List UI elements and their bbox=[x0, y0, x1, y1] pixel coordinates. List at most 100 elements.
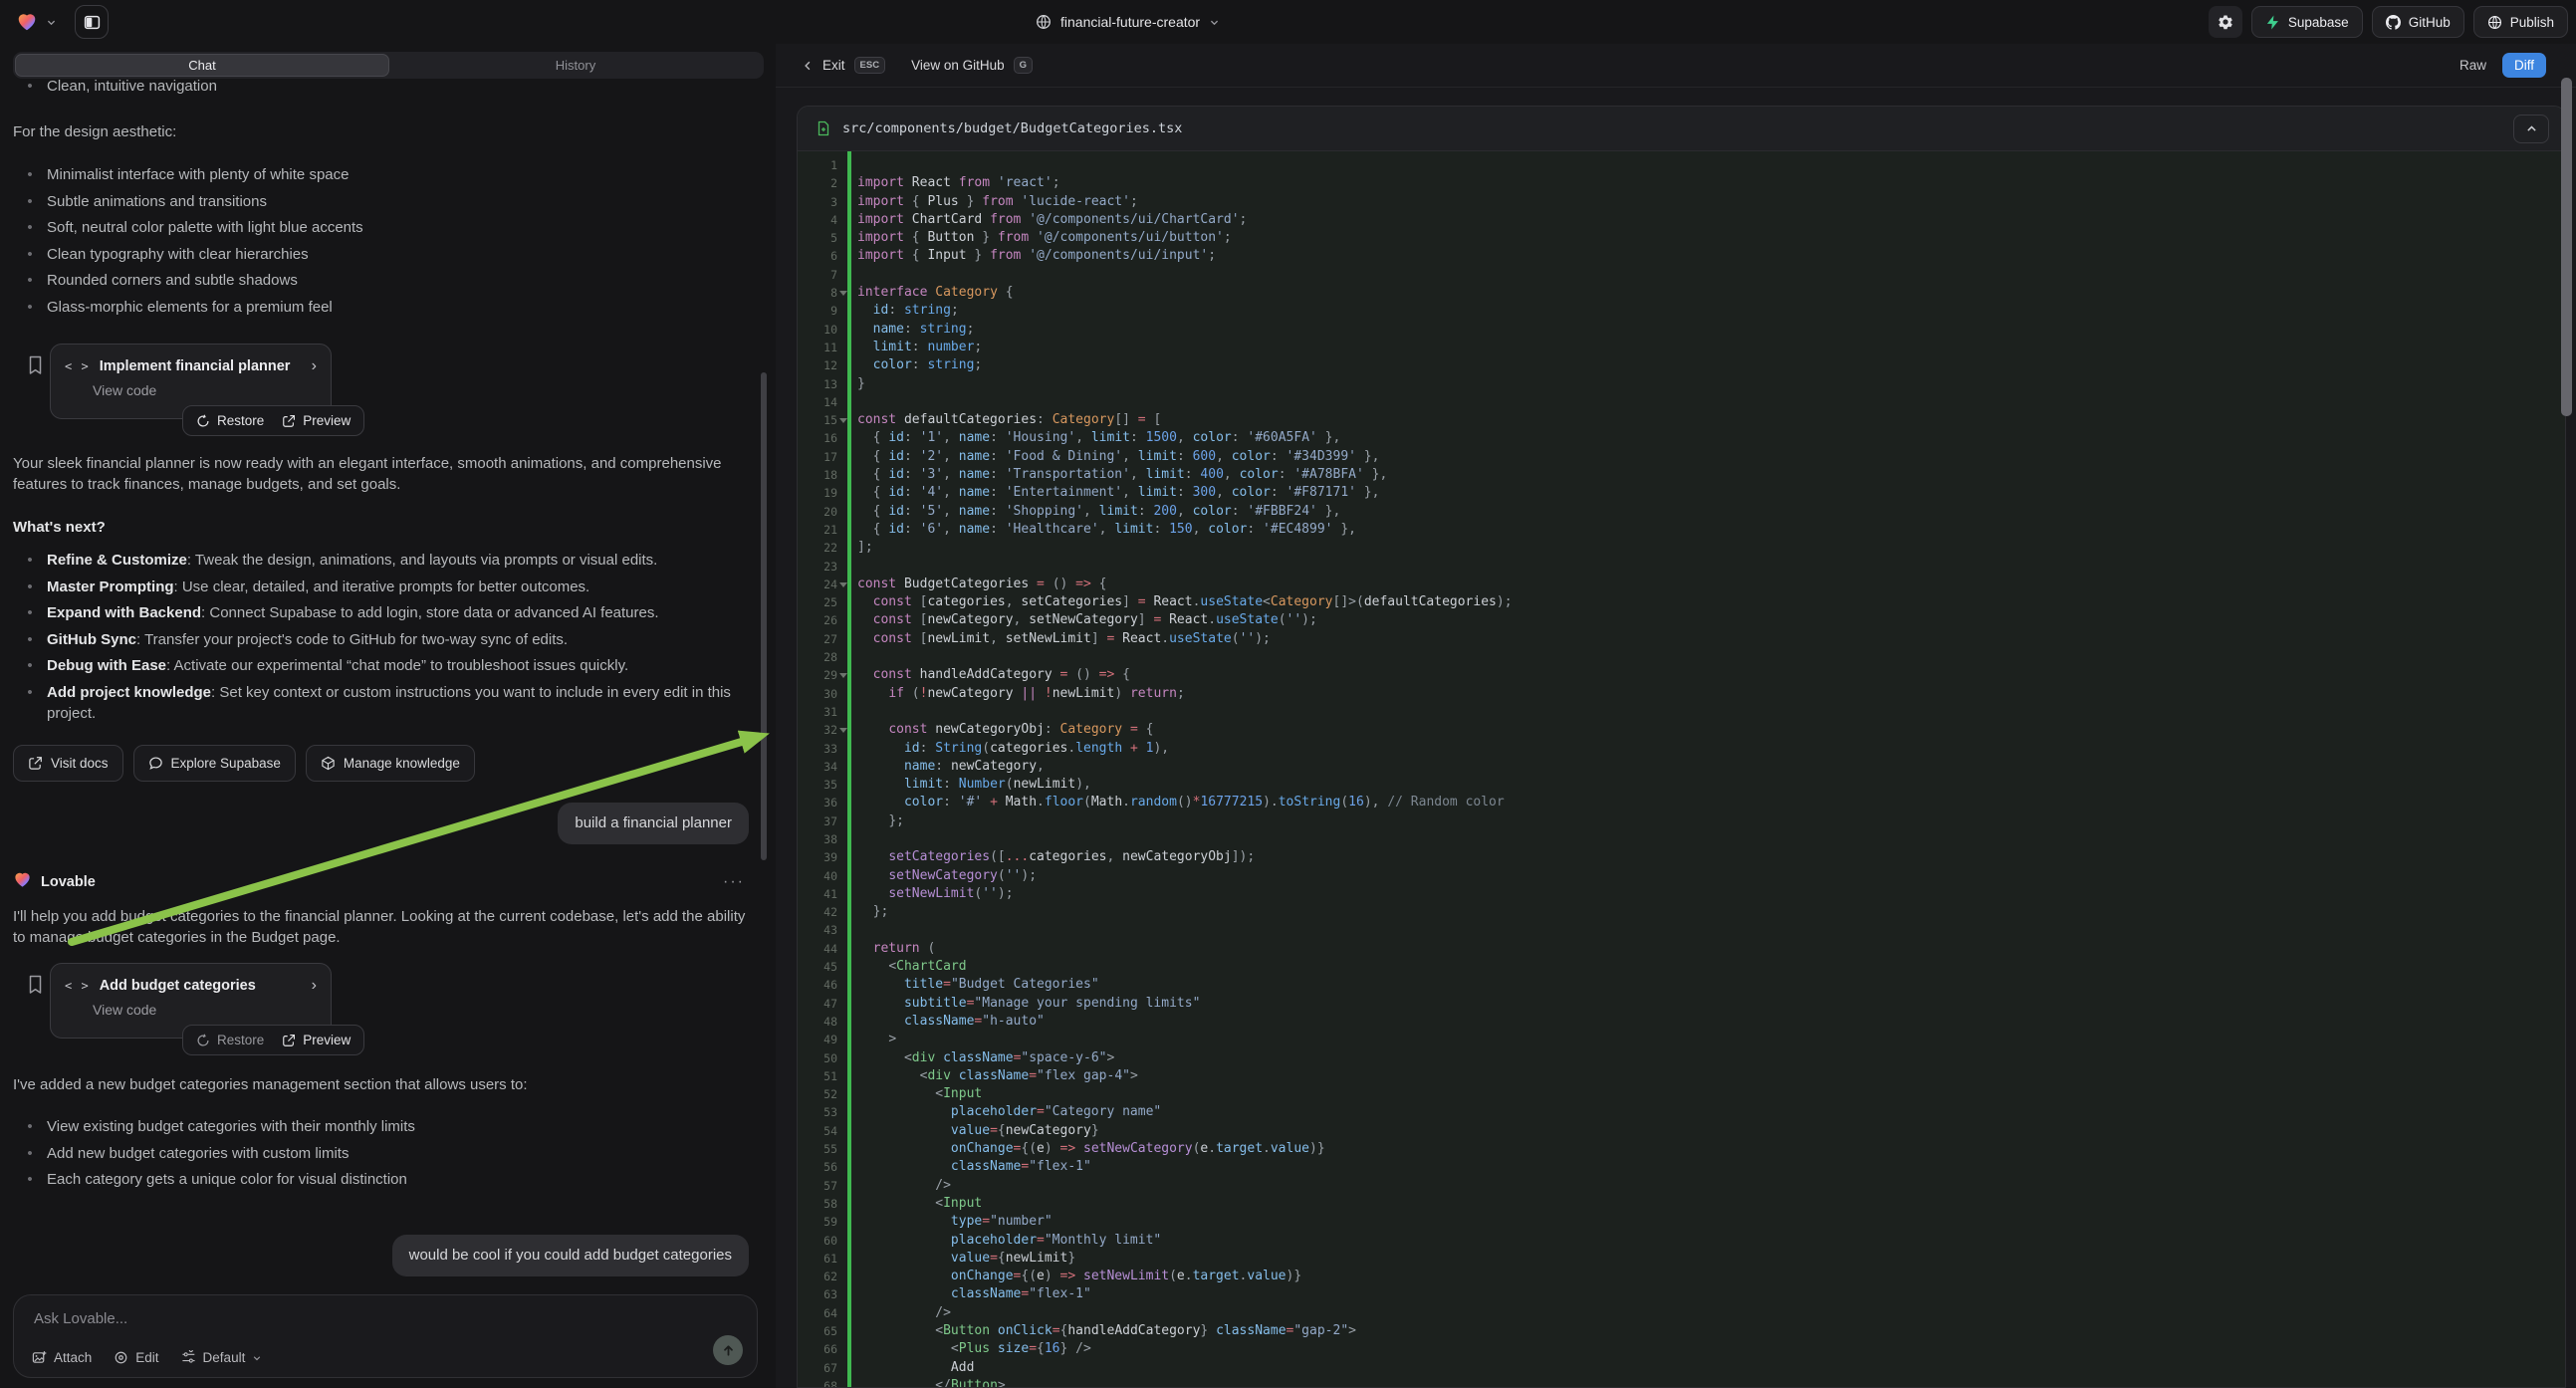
settings-button[interactable] bbox=[2209, 6, 2242, 38]
chip-manage-knowledge[interactable]: Manage knowledge bbox=[306, 745, 475, 782]
project-switcher[interactable]: financial-future-creator bbox=[1036, 0, 1220, 44]
list-item-text: Soft, neutral color palette with light b… bbox=[47, 217, 744, 238]
restore-button[interactable]: Restore bbox=[196, 1033, 264, 1047]
message-menu-button[interactable]: ··· bbox=[723, 873, 745, 891]
view-on-github-button[interactable]: View on GitHub G bbox=[911, 57, 1033, 74]
code-text: import { Plus } from 'lucide-react'; bbox=[847, 193, 1138, 211]
code-text: value={newCategory} bbox=[847, 1122, 1099, 1140]
code-text: { id: '6', name: 'Healthcare', limit: 15… bbox=[847, 521, 1356, 539]
code-line: 11 limit: number; bbox=[798, 339, 2565, 356]
restore-button[interactable]: Restore bbox=[196, 413, 264, 428]
chevron-right-icon: › bbox=[312, 357, 317, 375]
list-item: •Add project knowledge: Set key context … bbox=[13, 682, 758, 724]
code-body[interactable]: 12import React from 'react';3 import { Pl… bbox=[798, 151, 2565, 1388]
chat-input[interactable]: Ask Lovable... Attach Ed bbox=[13, 1294, 758, 1378]
code-text: interface Category { bbox=[847, 284, 1014, 302]
code-line: 1 bbox=[798, 156, 2565, 174]
mode-label: Default bbox=[203, 1350, 246, 1365]
code-line: 29 const handleAddCategory = () => { bbox=[798, 666, 2565, 684]
mode-select[interactable]: Default bbox=[181, 1350, 263, 1365]
chevron-down-icon[interactable] bbox=[46, 17, 57, 28]
file-header[interactable]: src/components/budget/BudgetCategories.t… bbox=[798, 107, 2565, 151]
list-item: •Add new budget categories with custom l… bbox=[13, 1143, 758, 1164]
code-line: 51 <div className="flex gap-4"> bbox=[798, 1067, 2565, 1085]
edit-label: Edit bbox=[135, 1350, 158, 1365]
chat-scroll-area[interactable]: •Clean, intuitive navigationFor the desi… bbox=[0, 70, 776, 1294]
toggle-sidebar-button[interactable] bbox=[75, 5, 109, 39]
code-text: placeholder="Monthly limit" bbox=[847, 1232, 1161, 1250]
list-item-text: Expand with Backend: Connect Supabase to… bbox=[47, 602, 744, 623]
code-line: 2import React from 'react'; bbox=[798, 174, 2565, 192]
attach-button[interactable]: Attach bbox=[32, 1350, 92, 1365]
line-number: 11 bbox=[798, 339, 837, 356]
fold-chevron-icon[interactable] bbox=[837, 411, 847, 429]
fold-chevron-icon[interactable] bbox=[837, 576, 847, 593]
fold-chevron-icon[interactable] bbox=[837, 666, 847, 684]
code-text: name: newCategory, bbox=[847, 758, 1045, 776]
version-actions: Restore Preview bbox=[182, 405, 364, 436]
exit-button[interactable]: Exit ESC bbox=[802, 57, 885, 74]
chat-scrollbar[interactable] bbox=[761, 372, 767, 860]
code-line: 18 { id: '3', name: 'Transportation', li… bbox=[798, 466, 2565, 484]
lovable-logo-icon[interactable] bbox=[16, 11, 38, 33]
preview-button[interactable]: Preview bbox=[282, 1033, 351, 1047]
code-scrollbar[interactable] bbox=[2561, 78, 2572, 416]
preview-button[interactable]: Preview bbox=[282, 413, 351, 428]
bookmark-icon[interactable] bbox=[27, 355, 44, 380]
publish-button[interactable]: Publish bbox=[2473, 6, 2568, 38]
line-number: 17 bbox=[798, 448, 837, 466]
code-text: const defaultCategories: Category[] = [ bbox=[847, 411, 1161, 429]
github-button[interactable]: GitHub bbox=[2372, 6, 2464, 38]
view-code-link[interactable]: View code bbox=[65, 382, 317, 398]
raw-toggle[interactable]: Raw bbox=[2450, 53, 2496, 78]
send-button[interactable] bbox=[713, 1335, 743, 1365]
code-line: 9 id: string; bbox=[798, 302, 2565, 320]
bullet-dot: • bbox=[13, 655, 47, 676]
chat-bubble-icon bbox=[148, 756, 163, 771]
line-number: 18 bbox=[798, 466, 837, 484]
chip-label: Manage knowledge bbox=[344, 756, 460, 771]
bullet-dot: • bbox=[13, 191, 47, 212]
code-text: <Input bbox=[847, 1085, 982, 1103]
edit-mode-button[interactable]: Edit bbox=[114, 1350, 158, 1365]
bullet-dot: • bbox=[13, 1143, 47, 1164]
line-number: 38 bbox=[798, 830, 837, 848]
bullet-dot: • bbox=[13, 550, 47, 571]
line-number: 3 bbox=[798, 193, 837, 211]
line-number: 8 bbox=[798, 284, 837, 302]
list-item-text: Rounded corners and subtle shadows bbox=[47, 270, 744, 291]
bullet-list: •Minimalist interface with plenty of whi… bbox=[13, 164, 758, 323]
code-toolbar: Exit ESC View on GitHub G Raw Diff bbox=[776, 44, 2576, 88]
code-line: 43 bbox=[798, 921, 2565, 939]
view-code-link[interactable]: View code bbox=[65, 1002, 317, 1018]
line-number: 36 bbox=[798, 794, 837, 811]
chip-visit-docs[interactable]: Visit docs bbox=[13, 745, 123, 782]
code-icon: < > bbox=[65, 359, 90, 373]
code-text: import { Input } from '@/components/ui/i… bbox=[847, 247, 1216, 265]
list-item-text: Add project knowledge: Set key context o… bbox=[47, 682, 744, 724]
line-number: 20 bbox=[798, 503, 837, 521]
fold-chevron-icon[interactable] bbox=[837, 284, 847, 302]
code-line: 16 { id: '1', name: 'Housing', limit: 15… bbox=[798, 429, 2565, 447]
bookmark-icon[interactable] bbox=[27, 975, 44, 1000]
supabase-button[interactable]: Supabase bbox=[2251, 6, 2363, 38]
version-card-block: < >Implement financial planner›View code… bbox=[0, 344, 776, 453]
code-line: 36 color: '#' + Math.floor(Math.random()… bbox=[798, 794, 2565, 811]
target-icon bbox=[114, 1350, 128, 1365]
exit-label: Exit bbox=[822, 58, 845, 73]
fold-chevron-icon[interactable] bbox=[837, 721, 847, 739]
code-text: className="flex-1" bbox=[847, 1158, 1091, 1176]
collapse-file-button[interactable] bbox=[2513, 115, 2549, 143]
user-message-bubble: would be cool if you could add budget ca… bbox=[392, 1235, 749, 1276]
diff-toggle[interactable]: Diff bbox=[2502, 53, 2546, 78]
chip-explore-supabase[interactable]: Explore Supabase bbox=[133, 745, 296, 782]
code-text: { id: '2', name: 'Food & Dining', limit:… bbox=[847, 448, 1379, 466]
bullet-dot: • bbox=[13, 244, 47, 265]
line-number: 16 bbox=[798, 429, 837, 447]
line-number: 67 bbox=[798, 1359, 837, 1377]
assistant-name: Lovable bbox=[41, 874, 96, 890]
code-line: 23 bbox=[798, 558, 2565, 576]
code-text: id: string; bbox=[847, 302, 959, 320]
list-item: •Clean typography with clear hierarchies bbox=[13, 244, 758, 265]
code-text: const [newCategory, setNewCategory] = Re… bbox=[847, 611, 1317, 629]
